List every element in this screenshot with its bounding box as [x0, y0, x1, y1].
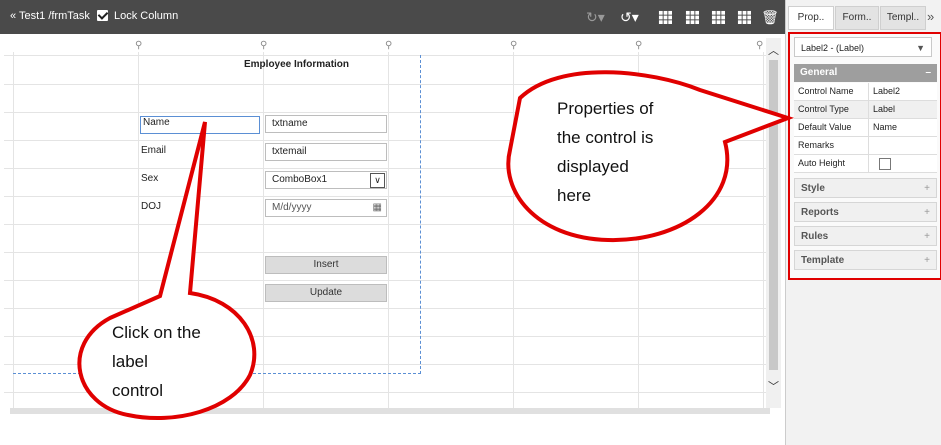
callout-line: here	[557, 186, 592, 205]
callout-line: Click on the	[112, 323, 201, 342]
callout-line: control	[112, 381, 164, 400]
properties-callout-text: Properties of the control is displayed h…	[557, 94, 653, 210]
callout-line: label	[112, 352, 148, 371]
click-callout-text: Click on the label control	[112, 318, 201, 405]
callout-line: displayed	[557, 157, 629, 176]
callout-line: the control is	[557, 128, 654, 147]
callout-line: Properties of	[557, 99, 654, 118]
